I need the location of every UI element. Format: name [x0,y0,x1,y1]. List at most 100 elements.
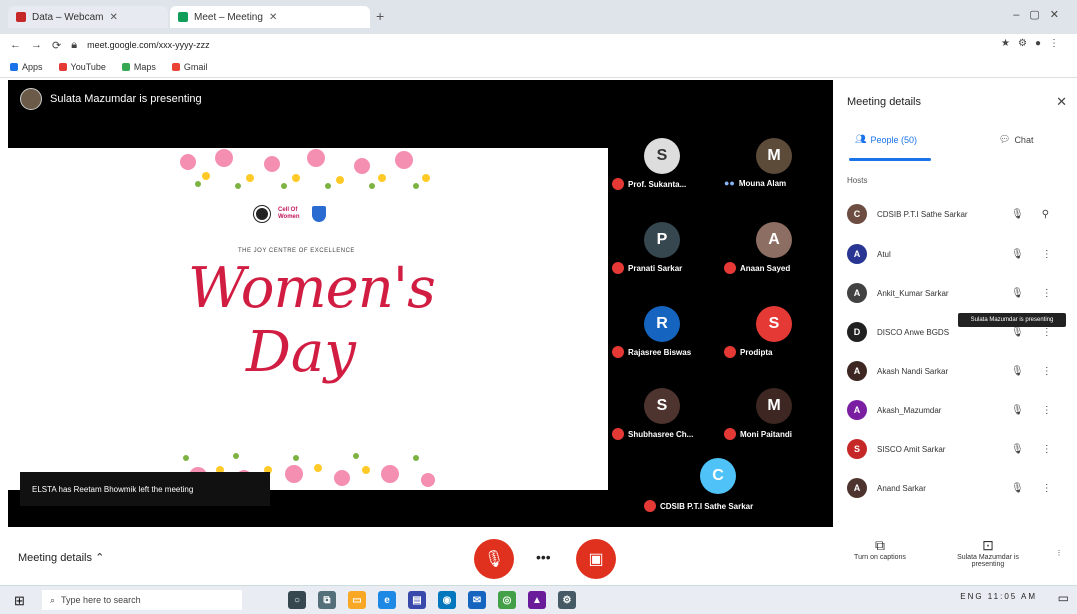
mic-off-icon[interactable]: 🎙︎ [1011,249,1024,260]
more-vert-icon[interactable]: ⋮ [1042,288,1052,299]
present-label: Sulata Mazumdar is presenting [957,554,1019,568]
participant-tile[interactable]: R Rajasree Biswas [612,300,712,374]
settings-icon[interactable]: ⚙ [558,591,576,609]
participant-row[interactable]: C CDSIB P.T.I Sathe Sarkar 🎙︎ ⚲ [847,200,1063,228]
bookmark-youtube[interactable]: YouTube [58,62,106,72]
flower-border-top [176,148,438,192]
more-vert-icon[interactable]: ⋮ [1042,444,1052,455]
participant-name: Rajasree Biswas [628,347,692,357]
windows-start-icon[interactable]: ⊞ [14,593,25,609]
left-meeting-notice: ELSTA has Reetam Bhowmik left the meetin… [20,472,270,506]
file-explorer-icon[interactable]: ▭ [348,591,366,609]
more-vert-icon[interactable]: ⋮ [1052,549,1066,557]
more-vert-icon[interactable]: ⋮ [1042,249,1052,260]
present-icon: ⊡ [982,537,994,553]
close-icon[interactable]: ✕ [269,12,277,23]
more-vert-icon[interactable]: ⋮ [1042,405,1052,416]
participant-name: CDSIB P.T.I Sathe Sarkar [877,209,968,219]
participant-tile[interactable]: S Prof. Sukanta... [612,132,712,206]
tab-underline [849,158,931,161]
captions-button[interactable]: ⧉ Turn on captions [840,537,920,561]
meeting-details-label: Meeting details [18,552,92,564]
participant-name: SISCO Amit Sarkar [877,444,946,454]
bookmarks-bar: Apps YouTube Maps Gmail [0,56,1077,78]
system-tray[interactable]: ENG 11:05 AM [960,592,1037,601]
participant-tile[interactable]: M ●● Mouna Alam [724,132,824,206]
participant-tile[interactable]: M Moni Paitandi [724,382,824,456]
mic-off-icon [724,428,736,440]
mic-off-icon: 🎙︎ [483,551,505,568]
meet-favicon-icon [178,12,188,22]
avatar: P [644,222,680,258]
participant-tile[interactable]: S Prodipta [724,300,824,374]
participant-tile[interactable]: P Pranati Sarkar [612,216,712,290]
participant-tile[interactable]: S Shubhasree Ch... [612,382,712,456]
participant-row[interactable]: A Atul 🎙︎ ⋮ [847,240,1063,268]
url-field[interactable]: meet.google.com/xxx-yyyy-zzz [87,40,687,50]
participant-tile[interactable]: C CDSIB P.T.I Sathe Sarkar [644,458,814,532]
pin-icon[interactable]: ⚲ [1042,209,1049,220]
meet-toolbar: Meeting details ⌃ 🎙︎ ••• ▣ ⧉ Turn on cap… [0,527,1077,585]
avatar: S [644,138,680,174]
search-input[interactable]: ⌕ Type here to search [42,590,242,610]
mic-off-icon[interactable]: 🎙︎ [1011,483,1024,494]
participant-row[interactable]: A Akash_Mazumdar 🎙︎ ⋮ [847,396,1063,424]
participant-row[interactable]: A Akash Nandi Sarkar 🎙︎ ⋮ [847,357,1063,385]
photos-icon[interactable]: ▲ [528,591,546,609]
extensions-icon[interactable]: ★⚙●⋮ [1001,38,1067,49]
tab-people[interactable]: 👥︎ People (50) [855,134,917,145]
back-icon[interactable]: ← [10,39,21,51]
mic-off-icon[interactable]: 🎙︎ [1011,288,1024,299]
bookmark-maps[interactable]: Maps [121,62,156,72]
more-vert-icon[interactable]: ⋮ [1042,483,1052,494]
participant-row[interactable]: S SISCO Amit Sarkar 🎙︎ ⋮ [847,435,1063,463]
forward-icon[interactable]: → [31,39,42,51]
mic-toggle-button[interactable]: 🎙︎ [474,539,514,579]
bookmark-label: Apps [22,61,43,72]
participant-name: CDSIB P.T.I Sathe Sarkar [660,501,754,511]
tab-webcam[interactable]: Data – Webcam ✕ [8,6,168,28]
present-now-button[interactable]: ⊡ Sulata Mazumdar is presenting [940,537,1036,568]
bookmark-apps[interactable]: Apps [10,62,43,72]
tab-meet[interactable]: Meet – Meeting ✕ [170,6,370,28]
participant-name: Moni Paitandi [740,429,792,439]
panel-title: Meeting details [847,96,921,108]
camera-toggle-button[interactable]: ▣ [576,539,616,579]
participant-row[interactable]: A Ankit_Kumar Sarkar 🎙︎ ⋮ [847,279,1063,307]
new-tab-icon[interactable]: + [376,8,384,24]
participant-name: Pranati Sarkar [628,263,683,273]
browser-tab-bar: Data – Webcam ✕ Meet – Meeting ✕ + –▢✕ [0,0,1077,34]
store-icon[interactable]: ▤ [408,591,426,609]
cortana-icon[interactable]: ○ [288,591,306,609]
bookmark-gmail[interactable]: Gmail [171,62,207,72]
edge-icon[interactable]: e [378,591,396,609]
mic-off-icon[interactable]: 🎙︎ [1011,366,1024,377]
search-icon: ⌕ [50,594,56,605]
close-icon[interactable]: ✕ [110,12,118,23]
mic-off-icon[interactable]: 🎙︎ [1011,209,1024,220]
participant-name: Anaan Sayed [740,263,791,273]
task-view-icon[interactable]: ⧉ [318,591,336,609]
mic-off-icon[interactable]: 🎙︎ [1011,444,1024,455]
close-icon[interactable]: ✕ [1056,94,1067,110]
mic-off-icon [612,262,624,274]
window-controls[interactable]: –▢✕ [1013,8,1069,21]
captions-icon: ⧉ [875,537,885,553]
participant-row[interactable]: A Anand Sarkar 🎙︎ ⋮ [847,474,1063,502]
more-options-icon[interactable]: ••• [536,549,551,565]
maps-icon[interactable]: ◉ [438,591,456,609]
reload-icon[interactable]: ⟳ [52,39,61,52]
mail-icon[interactable]: ✉ [468,591,486,609]
taskbar-apps: ○ ⧉ ▭ e ▤ ◉ ✉ ◎ ▲ ⚙ [288,591,576,609]
participant-tile[interactable]: A Anaan Sayed [724,216,824,290]
more-vert-icon[interactable]: ⋮ [1042,366,1052,377]
chrome-icon[interactable]: ◎ [498,591,516,609]
mic-off-icon[interactable]: 🎙︎ [1011,405,1024,416]
mic-off-icon[interactable]: 🎙︎ [1011,327,1024,338]
notification-icon[interactable]: ▭ [1058,591,1069,605]
more-vert-icon[interactable]: ⋮ [1042,327,1052,338]
meeting-details-button[interactable]: Meeting details ⌃ [18,551,104,564]
tab-label: People (50) [870,134,917,145]
tab-chat[interactable]: 💬︎ Chat [999,134,1033,145]
shield-logo-icon [312,206,326,222]
